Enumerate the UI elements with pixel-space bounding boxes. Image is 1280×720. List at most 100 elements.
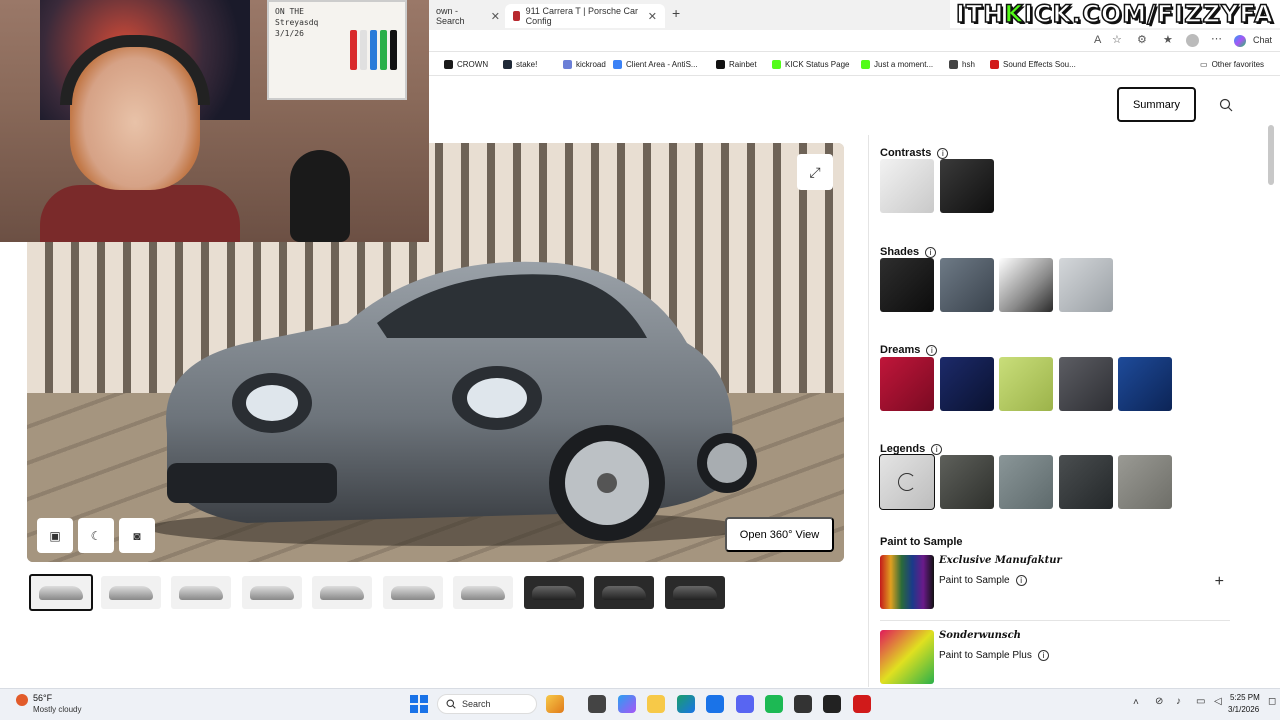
favorite-link[interactable]: kickroad	[563, 52, 606, 76]
color-swatch[interactable]	[880, 357, 934, 411]
view-thumbnail[interactable]	[665, 576, 725, 609]
thumbnail-car-image	[320, 585, 364, 600]
favorite-link[interactable]: hsh	[949, 52, 975, 76]
search-button[interactable]	[1208, 87, 1243, 122]
image-view-button[interactable]: ▣	[37, 518, 73, 553]
chat-label[interactable]: Chat	[1253, 35, 1272, 45]
view-thumbnail[interactable]	[29, 574, 93, 611]
favorites-icon[interactable]: ★	[1163, 33, 1173, 46]
night-mode-button[interactable]: ☾	[78, 518, 114, 553]
info-icon[interactable]: i	[926, 344, 938, 356]
volume-icon[interactable]: ◁	[1214, 696, 1222, 707]
extensions-icon[interactable]: ⚙	[1137, 33, 1147, 46]
section-title-label: Shades	[880, 246, 920, 258]
close-icon[interactable]: ✕	[491, 10, 500, 23]
new-tab-button[interactable]: +	[672, 5, 680, 21]
color-swatch[interactable]	[879, 454, 935, 510]
recording-app-icon[interactable]	[853, 695, 871, 713]
copilot-icon[interactable]	[1234, 35, 1246, 47]
summary-button[interactable]: Summary	[1117, 87, 1196, 122]
microphone-icon[interactable]: ♪	[1176, 696, 1181, 707]
color-swatch[interactable]	[940, 258, 994, 312]
info-icon[interactable]: i	[925, 246, 937, 258]
view-thumbnail[interactable]	[242, 576, 302, 609]
folder-icon: ▭	[1200, 59, 1208, 69]
edge-browser-icon[interactable]	[677, 695, 695, 713]
spotify-icon[interactable]	[765, 695, 783, 713]
thumbnail-car-image	[250, 585, 294, 600]
view-thumbnail[interactable]	[594, 576, 654, 609]
favicon-icon	[444, 59, 453, 69]
color-swatch[interactable]	[1059, 357, 1113, 411]
more-menu-icon[interactable]: ⋯	[1211, 32, 1222, 45]
copilot-icon[interactable]	[618, 695, 636, 713]
favorite-link[interactable]: CROWN	[444, 52, 488, 76]
paint-to-sample-option[interactable]: Exclusive Manufaktur Paint to Sample i +	[880, 555, 1230, 609]
favorite-star-icon[interactable]: ☆	[1112, 33, 1122, 46]
tab-porsche-configurator[interactable]: 911 Carrera T | Porsche Car Config ✕	[505, 4, 665, 28]
favorite-label: Rainbet	[729, 59, 757, 69]
discord-icon[interactable]	[736, 695, 754, 713]
color-swatch[interactable]	[999, 258, 1053, 312]
other-favorites-folder[interactable]: ▭ Other favorites	[1200, 52, 1264, 76]
steam-icon[interactable]	[794, 695, 812, 713]
read-aloud-icon[interactable]: A	[1094, 34, 1101, 46]
store-icon[interactable]	[706, 695, 724, 713]
notifications-icon[interactable]: ◻	[1268, 696, 1276, 707]
color-swatch[interactable]	[1118, 455, 1172, 509]
display-icon[interactable]: ▭	[1196, 696, 1205, 707]
weather-desc[interactable]: Mostly cloudy	[33, 705, 81, 714]
section-title-dreams: Dreams i	[880, 344, 938, 356]
task-view-icon[interactable]	[588, 695, 606, 713]
tab-search[interactable]: own - Search ✕	[428, 4, 508, 28]
color-swatch[interactable]	[999, 357, 1053, 411]
info-icon[interactable]: i	[1037, 650, 1049, 661]
view-thumbnail[interactable]	[171, 576, 231, 609]
add-icon[interactable]: +	[1215, 573, 1224, 591]
paint-to-sample-option[interactable]: Sonderwunsch Paint to Sample Plus i	[880, 630, 1230, 684]
info-icon[interactable]: i	[931, 443, 943, 455]
expand-view-button[interactable]: ⤢	[797, 154, 833, 190]
page-scrollbar[interactable]	[1268, 125, 1274, 185]
view-thumbnail[interactable]	[383, 576, 443, 609]
favorite-link[interactable]: Client Area - AntiS...	[613, 52, 698, 76]
chevron-up-icon[interactable]: ˄	[1133, 697, 1139, 708]
profile-avatar[interactable]	[1186, 34, 1199, 47]
taskbar-search[interactable]: Search	[437, 694, 537, 714]
favorite-link[interactable]: Just a moment...	[861, 52, 933, 76]
color-swatch[interactable]	[1059, 455, 1113, 509]
weather-temp[interactable]: 56°F	[33, 693, 52, 703]
favorite-link[interactable]: KICK Status Page	[772, 52, 849, 76]
color-swatch[interactable]	[1059, 258, 1113, 312]
color-swatch[interactable]	[880, 258, 934, 312]
clock-time[interactable]: 5:25 PM	[1230, 693, 1260, 702]
color-swatch[interactable]	[1118, 357, 1172, 411]
paint-option-label: Paint to Sample Plus i	[939, 650, 1049, 661]
info-icon[interactable]: i	[1015, 575, 1027, 586]
color-swatch[interactable]	[940, 455, 994, 509]
thumbnail-car-image	[461, 585, 505, 600]
open-360-view-button[interactable]: Open 360° View	[725, 517, 834, 552]
widgets-icon[interactable]	[546, 695, 564, 713]
color-swatch[interactable]	[999, 455, 1053, 509]
file-explorer-icon[interactable]	[647, 695, 665, 713]
windows-start-icon[interactable]	[410, 695, 428, 713]
clock-date[interactable]: 3/1/2026	[1228, 705, 1259, 714]
color-swatch[interactable]	[940, 357, 994, 411]
favorite-link[interactable]: stake!	[503, 52, 537, 76]
view-thumbnail[interactable]	[312, 576, 372, 609]
color-swatch[interactable]	[880, 159, 934, 213]
camera-icon: ◙	[133, 528, 141, 543]
favorite-link[interactable]: Sound Effects Sou...	[990, 52, 1076, 76]
camera-button[interactable]: ◙	[119, 518, 155, 553]
info-icon[interactable]: i	[937, 147, 949, 159]
view-thumbnail[interactable]	[101, 576, 161, 609]
view-thumbnail[interactable]	[524, 576, 584, 609]
favorite-link[interactable]: Rainbet	[716, 52, 757, 76]
close-icon[interactable]: ✕	[648, 10, 657, 23]
color-swatch[interactable]	[940, 159, 994, 213]
network-icon[interactable]: ⊘	[1155, 696, 1163, 707]
view-thumbnail[interactable]	[453, 576, 513, 609]
thumbnail-car-image	[109, 585, 153, 600]
epic-games-icon[interactable]	[823, 695, 841, 713]
